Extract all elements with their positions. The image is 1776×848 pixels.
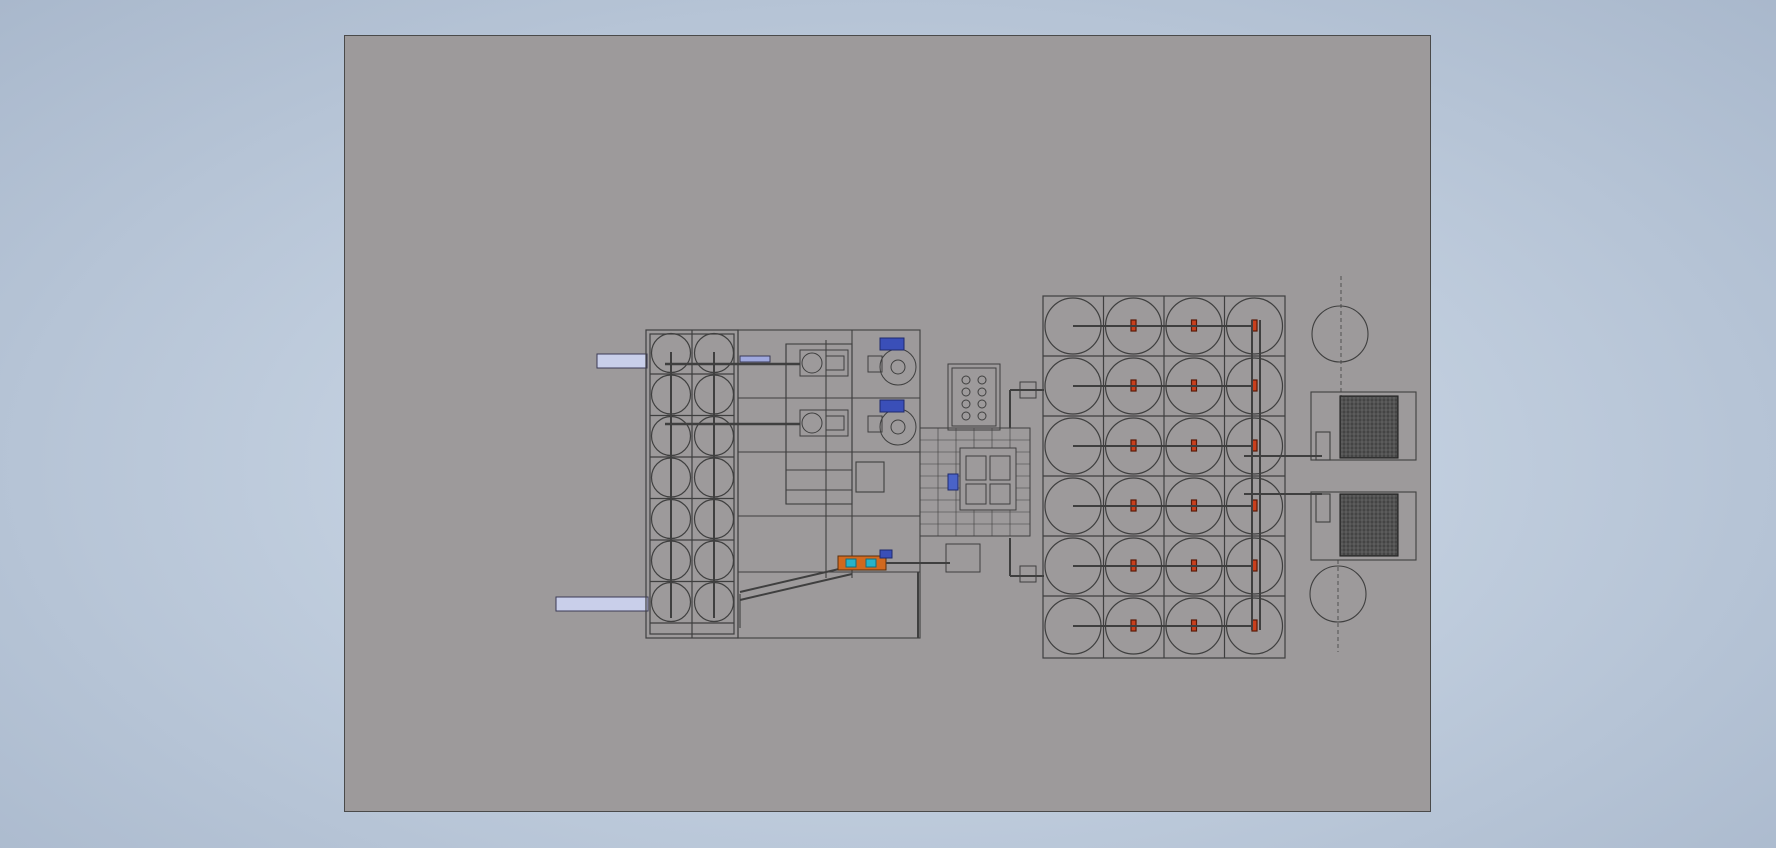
effluent-units[interactable] (1309, 276, 1417, 652)
right-tank-bank[interactable] (1042, 295, 1322, 659)
inlet-pipe-bottom (555, 596, 649, 612)
cad-viewport[interactable] (0, 0, 1776, 848)
dosing-cabinet (947, 363, 1001, 431)
mixer-unit (959, 447, 1017, 511)
transfer-pump (837, 549, 950, 571)
external-tank-top (1311, 305, 1369, 363)
transfer-pump-motor (879, 549, 893, 559)
pump-unit-2 (665, 399, 917, 446)
plant-layout-drawing[interactable] (0, 0, 1776, 848)
dosing-module[interactable] (919, 363, 1044, 583)
dosing-pump-blue (947, 473, 959, 491)
pump-motor-blue-1 (879, 337, 905, 351)
inlet-pipe-top-end (739, 355, 771, 363)
left-tank-bank[interactable] (645, 329, 739, 639)
filter-screen-top (1339, 395, 1399, 459)
transfer-pump-body (837, 555, 887, 571)
inlet-pipe-top (596, 353, 648, 369)
right-tanks (1043, 296, 1285, 658)
filter-screen-bottom (1339, 493, 1399, 557)
pump-motor-blue-2 (879, 399, 905, 413)
